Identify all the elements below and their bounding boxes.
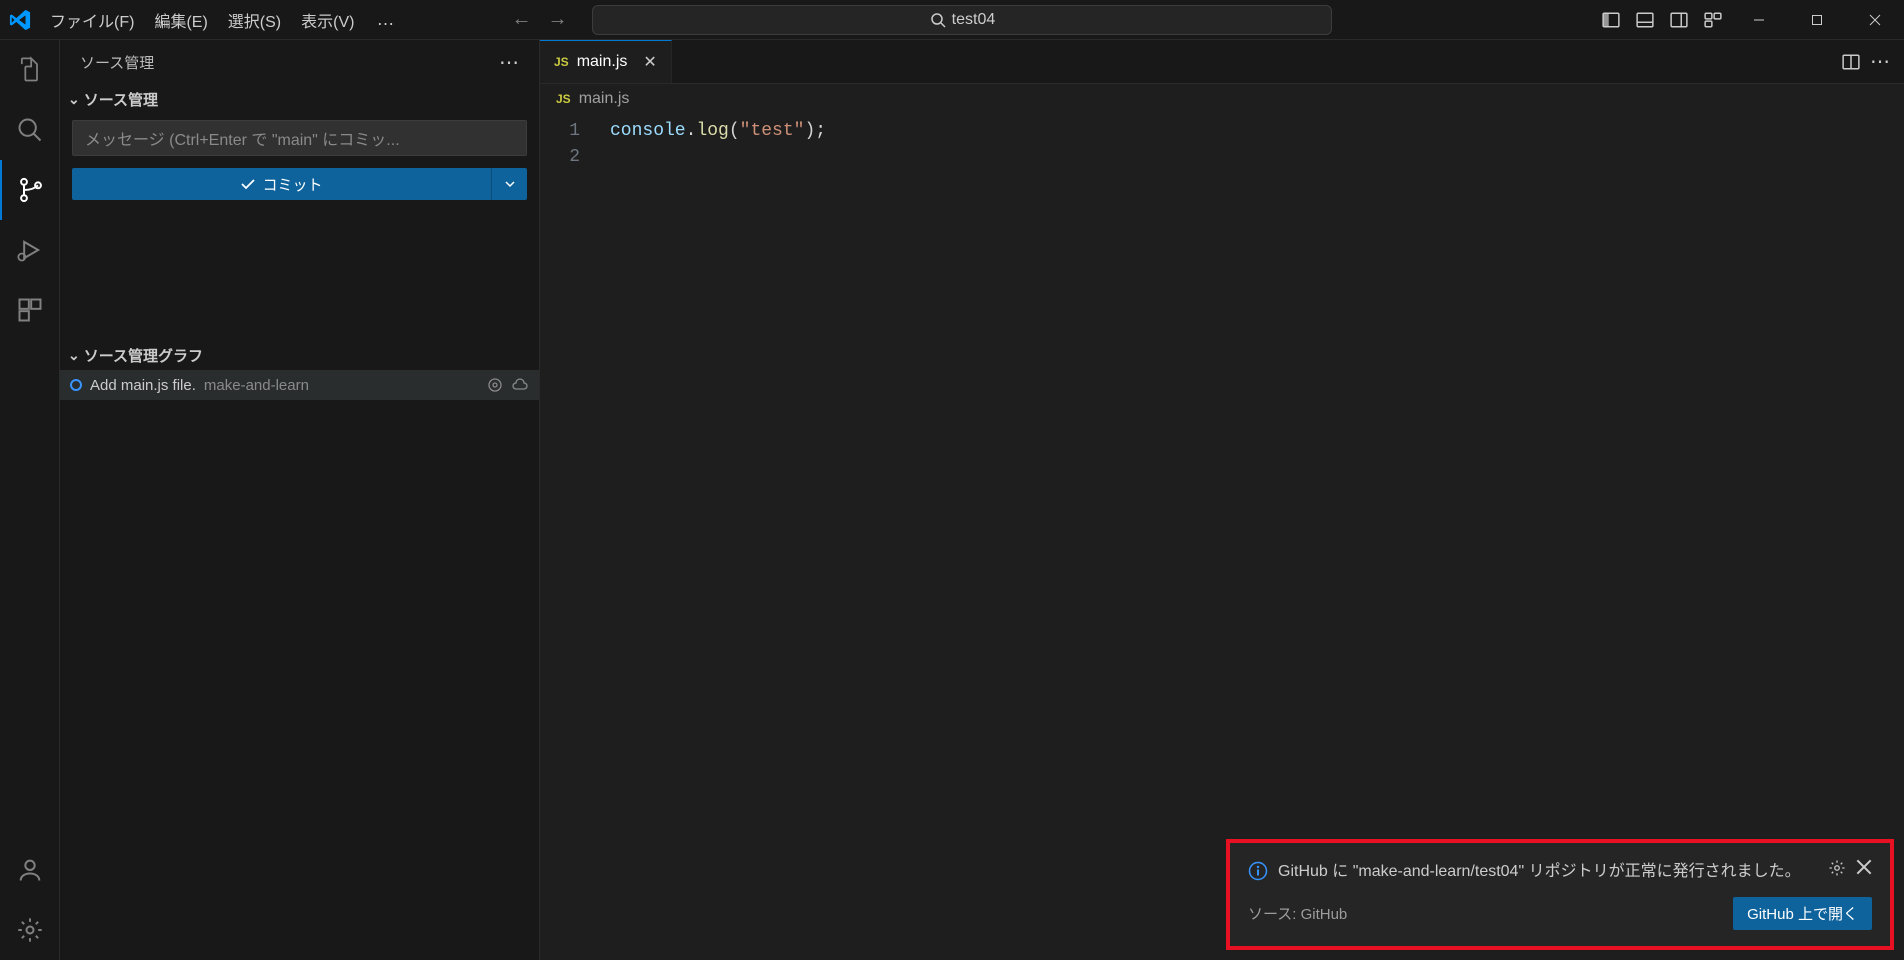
- search-text: test04: [952, 11, 996, 29]
- menubar: ファイル(F) 編集(E) 選択(S) 表示(V) …: [40, 0, 406, 40]
- split-editor-icon[interactable]: [1842, 53, 1860, 71]
- layout-customize-icon[interactable]: [1696, 0, 1730, 40]
- activity-search-icon[interactable]: [0, 100, 60, 160]
- sidebar-more-icon[interactable]: ⋯: [499, 50, 519, 75]
- nav-arrows: ← →: [506, 5, 572, 35]
- menu-edit[interactable]: 編集(E): [144, 0, 217, 40]
- chevron-down-icon: ⌄: [68, 91, 80, 108]
- breadcrumb-filename: main.js: [579, 90, 630, 108]
- sidebar: ソース管理 ⋯ ⌄ ソース管理 メッセージ (Ctrl+Enter で "mai…: [60, 40, 540, 960]
- cloud-icon[interactable]: [511, 377, 529, 393]
- info-icon: [1248, 861, 1268, 881]
- tab-mainjs[interactable]: JS main.js ✕: [540, 40, 672, 83]
- commit-message: Add main.js file.: [90, 377, 196, 394]
- tab-filename: main.js: [577, 53, 628, 71]
- title-actions: [1594, 0, 1904, 40]
- code-line: [610, 144, 826, 170]
- vscode-logo-icon: [0, 0, 40, 40]
- line-number: 1: [540, 118, 580, 144]
- notification-message: GitHub に "make-and-learn/test04" リポジトリが正…: [1278, 859, 1818, 885]
- js-file-icon: JS: [556, 92, 571, 106]
- commit-button-label: コミット: [262, 174, 322, 195]
- window-close[interactable]: [1846, 0, 1904, 40]
- chevron-down-icon: [504, 178, 516, 190]
- activity-explorer-icon[interactable]: [0, 40, 60, 100]
- check-icon: [240, 176, 256, 192]
- activity-run-debug-icon[interactable]: [0, 220, 60, 280]
- target-icon[interactable]: [487, 377, 503, 393]
- activity-settings-icon[interactable]: [0, 900, 60, 960]
- commit-button-split[interactable]: [491, 168, 527, 200]
- commit-button[interactable]: コミット: [72, 168, 491, 200]
- activity-source-control-icon[interactable]: [0, 160, 60, 220]
- activitybar: [0, 40, 60, 960]
- window-maximize[interactable]: [1788, 0, 1846, 40]
- menu-selection[interactable]: 選択(S): [218, 0, 291, 40]
- js-file-icon: JS: [554, 55, 569, 69]
- menu-view[interactable]: 表示(V): [291, 0, 364, 40]
- commit-placeholder: メッセージ (Ctrl+Enter で "main" にコミッ...: [85, 126, 400, 150]
- close-icon[interactable]: [1856, 859, 1872, 877]
- editor-area: JS main.js ✕ ⋯ JS main.js 1 2 console.lo…: [540, 40, 1904, 960]
- gear-icon[interactable]: [1828, 859, 1846, 877]
- scm-graph-header[interactable]: ⌄ ソース管理グラフ: [60, 340, 539, 370]
- nav-forward-icon[interactable]: →: [542, 5, 572, 35]
- tabbar: JS main.js ✕ ⋯: [540, 40, 1904, 84]
- notification-toast: GitHub に "make-and-learn/test04" リポジトリが正…: [1226, 839, 1894, 950]
- scm-graph-item[interactable]: Add main.js file. make-and-learn: [60, 370, 539, 400]
- tab-close-icon[interactable]: ✕: [643, 52, 656, 72]
- open-on-github-button[interactable]: GitHub 上で開く: [1733, 897, 1872, 930]
- menu-file[interactable]: ファイル(F): [40, 0, 144, 40]
- nav-back-icon[interactable]: ←: [506, 5, 536, 35]
- menu-more[interactable]: …: [364, 0, 406, 40]
- code-editor[interactable]: 1 2 console.log("test");: [540, 114, 1904, 960]
- gutter: 1 2: [540, 114, 600, 960]
- commit-message-input[interactable]: メッセージ (Ctrl+Enter で "main" にコミッ...: [72, 120, 527, 156]
- activity-accounts-icon[interactable]: [0, 840, 60, 900]
- notification-source: ソース: GitHub: [1248, 903, 1347, 924]
- code-line: console.log("test");: [610, 118, 826, 144]
- sidebar-header: ソース管理 ⋯: [60, 40, 539, 84]
- scm-section-title: ソース管理: [84, 89, 158, 110]
- breadcrumbs[interactable]: JS main.js: [540, 84, 1904, 114]
- search-icon: [930, 12, 946, 28]
- commit-author: make-and-learn: [204, 377, 309, 394]
- window-minimize[interactable]: [1730, 0, 1788, 40]
- line-number: 2: [540, 144, 580, 170]
- more-actions-icon[interactable]: ⋯: [1870, 49, 1890, 74]
- commit-node-icon: [70, 379, 82, 391]
- layout-sidebar-right-icon[interactable]: [1662, 0, 1696, 40]
- scm-section-header[interactable]: ⌄ ソース管理: [60, 84, 539, 114]
- command-center[interactable]: test04: [592, 5, 1332, 35]
- code-lines: console.log("test");: [600, 114, 826, 960]
- activity-extensions-icon[interactable]: [0, 280, 60, 340]
- titlebar: ファイル(F) 編集(E) 選択(S) 表示(V) … ← → test04: [0, 0, 1904, 40]
- layout-sidebar-left-icon[interactable]: [1594, 0, 1628, 40]
- chevron-down-icon: ⌄: [68, 347, 80, 364]
- layout-panel-icon[interactable]: [1628, 0, 1662, 40]
- sidebar-title: ソース管理: [80, 52, 154, 73]
- scm-graph-title: ソース管理グラフ: [84, 345, 203, 366]
